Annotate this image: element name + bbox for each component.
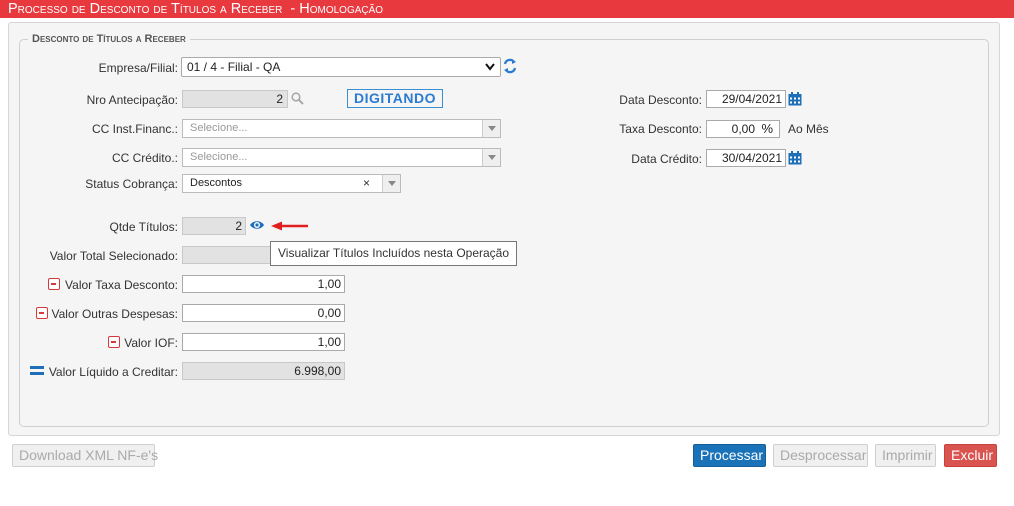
valor-taxa-field[interactable]: 1,00 [182,275,345,293]
arrow-left-icon [271,221,308,231]
valor-total-field[interactable] [182,246,272,264]
eye-icon[interactable] [249,219,265,231]
cc-inst-select[interactable]: Selecione... [182,119,501,138]
chevron-down-icon [482,149,500,166]
ao-mes-label: Ao Mês [788,122,829,136]
taxa-desconto-field[interactable]: 0,00 % [706,120,780,138]
data-desconto-field[interactable]: 29/04/2021 [706,90,786,108]
status-cobranca-select[interactable]: Descontos × [182,174,401,193]
chevron-down-icon [382,175,400,192]
clear-icon[interactable]: × [363,175,370,192]
refresh-icon[interactable] [503,58,517,74]
valor-taxa-label: Valor Taxa Desconto: [65,278,178,292]
minus-icon [48,278,60,290]
cc-credito-placeholder: Selecione... [190,151,248,163]
status-cobranca-label: Status Cobrança: [85,177,178,191]
valor-outras-field[interactable]: 0,00 [182,304,345,322]
nro-antecipacao-field[interactable]: 2 [182,90,288,108]
nro-antecipacao-label: Nro Antecipação: [86,93,178,107]
imprimir-button[interactable]: Imprimir [875,444,936,467]
minus-icon [36,307,48,319]
chevron-down-icon [482,120,500,137]
valor-iof-label: Valor IOF: [124,336,178,350]
search-icon[interactable] [291,92,304,105]
cc-inst-label: CC Inst.Financ.: [91,122,178,136]
valor-iof-field[interactable]: 1,00 [182,333,345,351]
chevron-down-icon [485,63,495,71]
section-legend: Desconto de Títulos a Receber [28,33,190,45]
empresa-label: Empresa/Filial: [98,61,178,75]
empresa-select[interactable]: 01 / 4 - Filial - QA [181,57,501,77]
data-credito-label: Data Crédito: [631,152,702,166]
data-desconto-label: Data Desconto: [619,93,702,107]
calendar-icon[interactable] [788,92,802,106]
valor-liquido-label: Valor Líquido a Creditar: [48,365,178,379]
valor-outras-label: Valor Outras Despesas: [51,307,179,321]
download-xml-button[interactable]: Download XML NF-e's [12,444,158,467]
equals-icon [30,366,44,375]
cc-credito-label: CC Crédito.: [111,151,178,165]
tooltip: Visualizar Títulos Incluídos nesta Opera… [270,241,518,266]
calendar-icon[interactable] [788,151,802,165]
valor-liquido-field[interactable]: 6.998,00 [182,362,345,380]
valor-total-label: Valor Total Selecionado: [49,249,178,263]
page-title: Processo de Desconto de Títulos a Recebe… [0,0,1014,18]
desprocessar-button[interactable]: Desprocessar [773,444,868,467]
percent-unit: % [761,121,773,136]
excluir-button[interactable]: Excluir [944,444,997,467]
processar-button[interactable]: Processar [693,444,766,467]
taxa-desconto-label: Taxa Desconto: [619,122,702,136]
qtde-titulos-field[interactable]: 2 [182,217,246,235]
status-badge: DIGITANDO [347,89,443,108]
empresa-value: 01 / 4 - Filial - QA [187,60,281,74]
cc-credito-select[interactable]: Selecione... [182,148,501,167]
cc-inst-placeholder: Selecione... [190,122,248,134]
taxa-desconto-value: 0,00 [731,122,755,136]
data-credito-field[interactable]: 30/04/2021 [706,149,786,167]
minus-icon [108,336,120,348]
qtde-titulos-label: Qtde Títulos: [109,220,178,234]
status-cobranca-value: Descontos [190,177,242,189]
